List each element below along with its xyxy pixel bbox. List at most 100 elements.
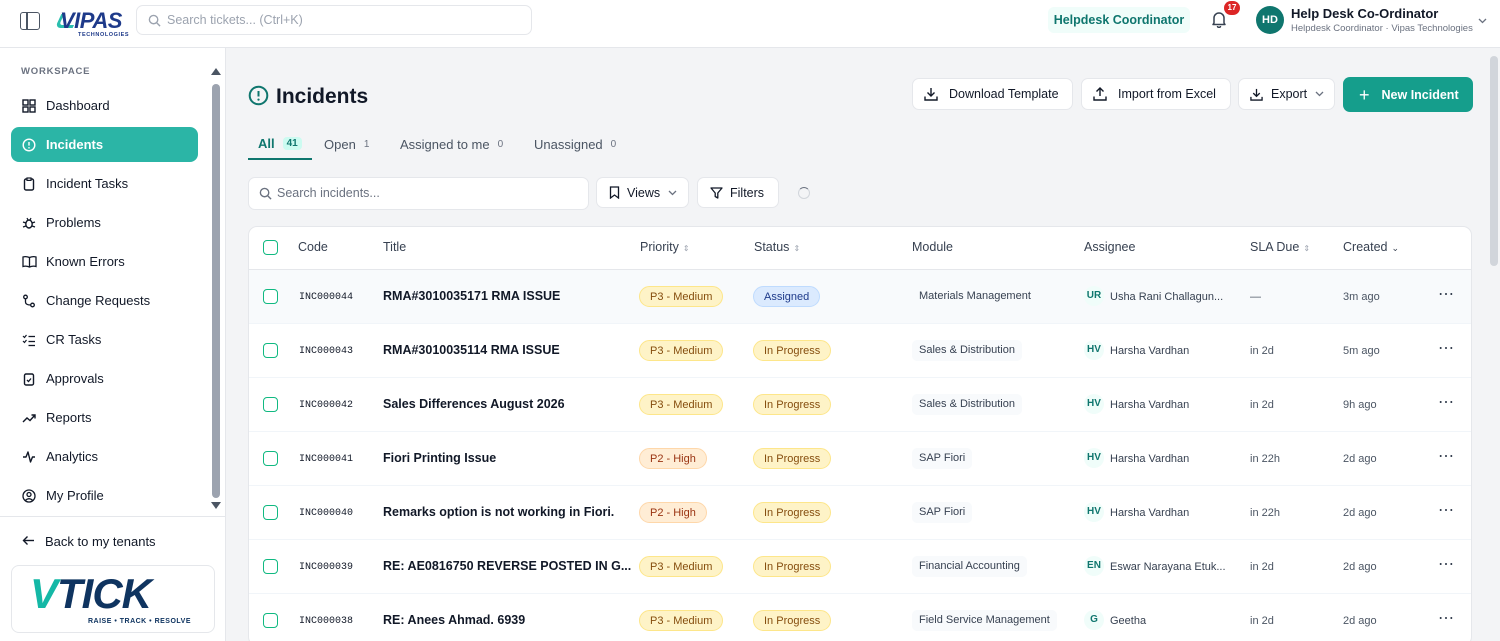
- row-checkbox[interactable]: [263, 397, 278, 412]
- row-checkbox[interactable]: [263, 559, 278, 574]
- new-incident-button[interactable]: + New Incident: [1343, 77, 1473, 112]
- incident-title[interactable]: Fiori Printing Issue: [383, 451, 496, 465]
- book-icon: [21, 254, 37, 270]
- new-incident-label: New Incident: [1381, 87, 1459, 102]
- row-checkbox[interactable]: [263, 505, 278, 520]
- bookmark-icon: [609, 186, 620, 199]
- sidebar-item-incidents[interactable]: Incidents: [11, 127, 198, 162]
- tab-assigned-to-me[interactable]: Assigned to me 0: [400, 128, 503, 160]
- module-tag: Field Service Management: [912, 610, 1057, 631]
- export-button[interactable]: Export: [1238, 78, 1335, 110]
- role-badge[interactable]: Helpdesk Coordinator: [1048, 7, 1190, 33]
- select-all-checkbox[interactable]: [263, 240, 278, 255]
- sidebar-divider: [0, 516, 225, 517]
- vipas-logo[interactable]: VIPAS TECHNOLOGIES: [54, 10, 130, 42]
- sidebar-item-known-errors[interactable]: Known Errors: [11, 244, 198, 279]
- views-button[interactable]: Views: [596, 177, 689, 208]
- incident-title[interactable]: Sales Differences August 2026: [383, 397, 565, 411]
- bug-icon: [21, 215, 37, 231]
- more-options-icon[interactable]: ⋯: [1438, 392, 1455, 412]
- import-from-excel-button[interactable]: Import from Excel: [1081, 78, 1231, 110]
- back-to-tenants-link[interactable]: Back to my tenants: [22, 534, 156, 549]
- assignee-name: Harsha Vardhan: [1110, 399, 1190, 411]
- row-checkbox[interactable]: [263, 451, 278, 466]
- sidebar-item-cr-tasks[interactable]: CR Tasks: [11, 322, 198, 357]
- incident-code[interactable]: INC000041: [299, 454, 353, 465]
- sidebar-item-change-requests[interactable]: Change Requests: [11, 283, 198, 318]
- scroll-up-icon[interactable]: [211, 68, 221, 75]
- row-checkbox[interactable]: [263, 613, 278, 628]
- incident-title[interactable]: Remarks option is not working in Fiori.: [383, 505, 614, 519]
- sidebar-scrollbar-thumb[interactable]: [212, 84, 220, 498]
- row-checkbox[interactable]: [263, 289, 278, 304]
- upload-icon: [1093, 87, 1107, 101]
- sidebar-item-reports[interactable]: Reports: [11, 400, 198, 435]
- more-options-icon[interactable]: ⋯: [1438, 446, 1455, 466]
- row-checkbox[interactable]: [263, 343, 278, 358]
- column-header-priority[interactable]: Priority ⇕: [640, 240, 690, 254]
- created-time: 2d ago: [1343, 615, 1377, 627]
- filters-button[interactable]: Filters: [697, 177, 779, 208]
- column-header-assignee[interactable]: Assignee: [1084, 240, 1135, 254]
- alert-circle-icon: [21, 137, 37, 153]
- tab-all[interactable]: All 41: [248, 128, 312, 160]
- download-template-button[interactable]: Download Template: [912, 78, 1073, 110]
- column-header-title[interactable]: Title: [383, 240, 406, 254]
- table-row[interactable]: INC000038 RE: Anees Ahmad. 6939 P3 - Med…: [249, 594, 1471, 641]
- incident-code[interactable]: INC000043: [299, 346, 353, 357]
- incident-code[interactable]: INC000040: [299, 508, 353, 519]
- sla-due: in 2d: [1250, 561, 1274, 573]
- sidebar-item-dashboard[interactable]: Dashboard: [11, 88, 198, 123]
- sidebar-item-incident-tasks[interactable]: Incident Tasks: [11, 166, 198, 201]
- sidebar-item-problems[interactable]: Problems: [11, 205, 198, 240]
- sidebar-toggle-icon[interactable]: [20, 12, 40, 30]
- assignee-name: Harsha Vardhan: [1110, 453, 1190, 465]
- incident-title[interactable]: RMA#3010035171 RMA ISSUE: [383, 289, 560, 303]
- column-header-created[interactable]: Created ⌄: [1343, 240, 1399, 254]
- incident-title[interactable]: RE: Anees Ahmad. 6939: [383, 613, 525, 627]
- column-header-module[interactable]: Module: [912, 240, 953, 254]
- assignee-avatar: G: [1084, 610, 1104, 630]
- table-row[interactable]: INC000040 Remarks option is not working …: [249, 486, 1471, 540]
- sidebar-item-analytics[interactable]: Analytics: [11, 439, 198, 474]
- sidebar-scrollbar[interactable]: [211, 68, 221, 509]
- column-header-status[interactable]: Status ⇕: [754, 240, 800, 254]
- incident-code[interactable]: INC000042: [299, 400, 353, 411]
- table-row[interactable]: INC000043 RMA#3010035114 RMA ISSUE P3 - …: [249, 324, 1471, 378]
- tab-open[interactable]: Open 1: [324, 128, 369, 160]
- column-header-code[interactable]: Code: [298, 240, 328, 254]
- chevron-down-icon[interactable]: [1478, 18, 1487, 24]
- incident-title[interactable]: RMA#3010035114 RMA ISSUE: [383, 343, 560, 357]
- global-search-input[interactable]: [167, 11, 517, 29]
- bell-icon[interactable]: [1211, 11, 1227, 28]
- sidebar-item-approvals[interactable]: Approvals: [11, 361, 198, 396]
- assignee-avatar: HV: [1084, 394, 1104, 414]
- incident-search-input[interactable]: [277, 186, 577, 200]
- more-options-icon[interactable]: ⋯: [1438, 500, 1455, 520]
- more-options-icon[interactable]: ⋯: [1438, 608, 1455, 628]
- column-label: Code: [298, 240, 328, 254]
- table-row[interactable]: INC000042 Sales Differences August 2026 …: [249, 378, 1471, 432]
- table-row[interactable]: INC000041 Fiori Printing Issue P2 - High…: [249, 432, 1471, 486]
- tab-unassigned[interactable]: Unassigned 0: [534, 128, 616, 160]
- sidebar-item-my-profile[interactable]: My Profile: [11, 478, 198, 513]
- incident-code[interactable]: INC000044: [299, 292, 353, 303]
- table-row[interactable]: INC000039 RE: AE0816750 REVERSE POSTED I…: [249, 540, 1471, 594]
- incident-search-box[interactable]: [248, 177, 589, 210]
- incident-title[interactable]: RE: AE0816750 REVERSE POSTED IN G...: [383, 559, 631, 573]
- more-options-icon[interactable]: ⋯: [1438, 554, 1455, 574]
- more-options-icon[interactable]: ⋯: [1438, 338, 1455, 358]
- user-name[interactable]: Help Desk Co-Ordinator: [1291, 6, 1438, 21]
- incident-code[interactable]: INC000038: [299, 616, 353, 627]
- priority-badge: P2 - High: [639, 448, 707, 469]
- user-avatar[interactable]: HD: [1256, 6, 1284, 34]
- search-icon: [148, 14, 161, 27]
- scroll-down-icon[interactable]: [211, 502, 221, 509]
- column-header-sla-due[interactable]: SLA Due ⇕: [1250, 240, 1310, 254]
- more-options-icon[interactable]: ⋯: [1438, 284, 1455, 304]
- main-scrollbar-thumb[interactable]: [1490, 56, 1498, 266]
- table-row[interactable]: INC000044 RMA#3010035171 RMA ISSUE P3 - …: [249, 270, 1471, 324]
- incident-code[interactable]: INC000039: [299, 562, 353, 573]
- sidebar-item-label: Approvals: [46, 371, 104, 386]
- global-search-box[interactable]: [136, 5, 532, 35]
